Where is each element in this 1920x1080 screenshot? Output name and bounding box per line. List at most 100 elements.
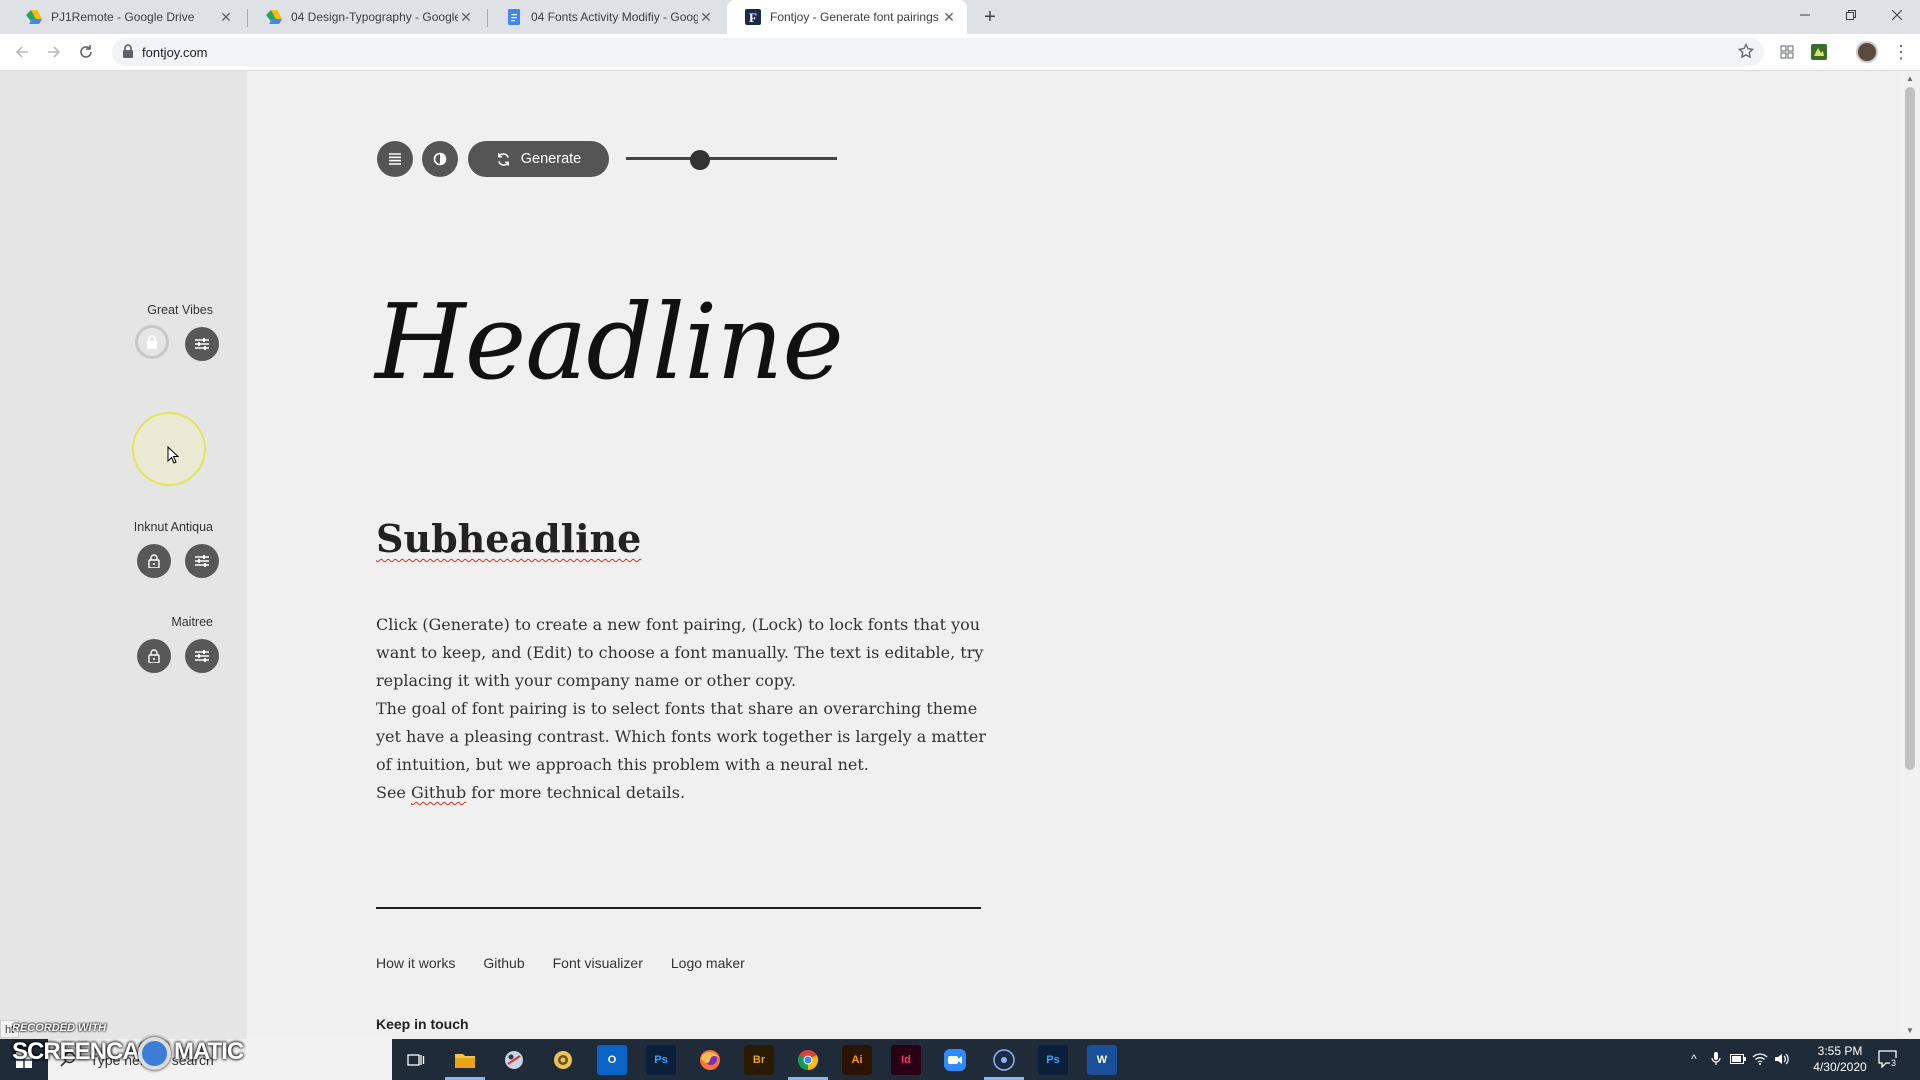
- tab-fontjoy[interactable]: F Fontjoy - Generate font pairings ✕: [727, 0, 967, 34]
- arrow-right-icon: [48, 46, 61, 58]
- extension-icon[interactable]: [1810, 43, 1828, 61]
- close-icon[interactable]: ✕: [218, 9, 234, 25]
- recorded-with-label: RECORDED WITH: [12, 1022, 107, 1034]
- body-text[interactable]: Click (Generate) to create a new font pa…: [376, 611, 986, 807]
- microphone-icon[interactable]: [1708, 1051, 1724, 1067]
- google-drive-icon: [266, 9, 282, 25]
- github-inline-link[interactable]: Github: [411, 783, 466, 802]
- lock-icon: [148, 649, 160, 663]
- close-icon: [1892, 10, 1902, 20]
- lock-icon[interactable]: [122, 44, 134, 63]
- extension-grid-icon[interactable]: [1778, 43, 1796, 61]
- headline-text[interactable]: Headline: [375, 281, 844, 403]
- task-view-icon[interactable]: [401, 1045, 431, 1075]
- reload-button[interactable]: [74, 40, 98, 64]
- body-paragraph: The goal of font pairing is to select fo…: [376, 699, 986, 774]
- slider-handle[interactable]: [689, 150, 710, 170]
- restore-button[interactable]: [1828, 0, 1874, 30]
- font-sidebar: Great Vibes Inknut Antiqua Maitree: [0, 71, 247, 1039]
- outlook-icon[interactable]: O: [597, 1045, 627, 1075]
- word-icon[interactable]: W: [1087, 1045, 1117, 1075]
- zoom-icon[interactable]: [940, 1045, 970, 1075]
- edit-button[interactable]: [185, 327, 219, 361]
- chevron-up-icon[interactable]: ^: [1686, 1051, 1702, 1067]
- body-text-fragment: See: [376, 783, 406, 802]
- sliders-icon: [195, 650, 209, 662]
- illustrator-icon[interactable]: Ai: [842, 1045, 872, 1075]
- footer-link-github[interactable]: Github: [483, 955, 524, 971]
- lock-icon: [148, 554, 160, 568]
- edit-button[interactable]: [185, 544, 219, 578]
- photoshop-icon[interactable]: Ps: [646, 1045, 676, 1075]
- font-name: Inknut Antiqua: [133, 520, 213, 534]
- mouse-pointer-icon: [167, 445, 180, 469]
- body-paragraph: See Github for more technical details.: [376, 779, 986, 807]
- reload-icon: [80, 45, 92, 58]
- contrast-slider[interactable]: [626, 157, 837, 160]
- photoshop-icon[interactable]: Ps: [1038, 1045, 1068, 1075]
- forward-button[interactable]: [42, 40, 66, 64]
- footer-links: How it works Github Font visualizer Logo…: [376, 955, 745, 971]
- notification-count: 3: [1890, 1058, 1898, 1068]
- scrollbar-thumb[interactable]: [1905, 87, 1915, 770]
- tab-design-typography[interactable]: 04 Design-Typography - Google ✕: [248, 0, 484, 34]
- body-paragraph: Click (Generate) to create a new font pa…: [376, 615, 984, 690]
- new-tab-button[interactable]: +: [978, 6, 1002, 28]
- tab-title: Fontjoy - Generate font pairings: [770, 10, 939, 24]
- battery-icon[interactable]: [1730, 1051, 1746, 1067]
- list-view-button[interactable]: [377, 141, 413, 177]
- browser-toolbar: fontjoy.com ⋮: [0, 34, 1920, 71]
- firefox-icon[interactable]: [695, 1045, 725, 1075]
- edit-button[interactable]: [185, 639, 219, 673]
- generate-button[interactable]: Generate: [468, 141, 609, 177]
- back-button[interactable]: [10, 40, 34, 64]
- taskbar-clock[interactable]: 3:55 PM 4/30/2020: [1804, 1043, 1876, 1075]
- minimize-button[interactable]: [1782, 0, 1828, 30]
- lock-button[interactable]: [137, 544, 171, 578]
- list-icon: [389, 153, 401, 165]
- subheadline-text[interactable]: Subheadline: [376, 516, 641, 561]
- tab-fonts-activity[interactable]: 04 Fonts Activity Modifiy - Goog ✕: [488, 0, 724, 34]
- volume-icon[interactable]: [1774, 1051, 1790, 1067]
- contrast-button[interactable]: [422, 141, 458, 177]
- lock-icon: [147, 335, 157, 349]
- screencast-logo-icon: [138, 1037, 171, 1070]
- address-bar[interactable]: fontjoy.com: [112, 38, 1764, 66]
- obs-icon[interactable]: [989, 1045, 1019, 1075]
- indesign-icon[interactable]: Id: [891, 1045, 921, 1075]
- wifi-icon[interactable]: [1752, 1051, 1768, 1067]
- fontjoy-icon: F: [745, 9, 761, 25]
- sliders-icon: [195, 555, 209, 567]
- profile-avatar[interactable]: [1856, 41, 1878, 63]
- refresh-icon: [497, 152, 509, 166]
- scroll-down-icon[interactable]: ▼: [1904, 1025, 1916, 1037]
- bridge-icon[interactable]: Br: [744, 1045, 774, 1075]
- tab-title: 04 Fonts Activity Modifiy - Goog: [531, 10, 698, 24]
- svg-text:F: F: [749, 10, 757, 25]
- screencast-logo-text: MATIC: [174, 1038, 244, 1065]
- snipping-tool-icon[interactable]: [499, 1045, 529, 1075]
- close-icon[interactable]: ✕: [698, 9, 714, 25]
- close-window-button[interactable]: [1874, 0, 1920, 30]
- notification-center-button[interactable]: 3: [1878, 1050, 1900, 1069]
- lock-button[interactable]: [135, 325, 169, 359]
- close-icon[interactable]: ✕: [458, 9, 474, 25]
- lock-button[interactable]: [137, 639, 171, 673]
- tab-pj1remote[interactable]: PJ1Remote - Google Drive ✕: [8, 0, 244, 34]
- bookmark-star-icon[interactable]: [1737, 42, 1755, 64]
- close-icon[interactable]: ✕: [941, 9, 957, 25]
- browser-menu-icon[interactable]: ⋮: [1892, 41, 1910, 63]
- body-text-fragment: for more technical details.: [471, 783, 686, 802]
- tab-title: 04 Design-Typography - Google: [291, 10, 458, 24]
- footer-link-logo-maker[interactable]: Logo maker: [671, 955, 745, 971]
- fontjoy-main: Generate Headline Subheadline Click (Gen…: [247, 71, 1900, 1039]
- footer-link-how-it-works[interactable]: How it works: [376, 955, 455, 971]
- chrome-icon[interactable]: [793, 1045, 823, 1075]
- scroll-up-icon[interactable]: ▲: [1904, 73, 1916, 85]
- file-explorer-icon[interactable]: [450, 1045, 480, 1075]
- keep-in-touch-heading: Keep in touch: [376, 1016, 469, 1032]
- minimize-icon: [1800, 14, 1810, 16]
- settings-icon[interactable]: [548, 1045, 578, 1075]
- page-scrollbar[interactable]: ▲ ▼: [1900, 71, 1920, 1039]
- footer-link-font-visualizer[interactable]: Font visualizer: [553, 955, 643, 971]
